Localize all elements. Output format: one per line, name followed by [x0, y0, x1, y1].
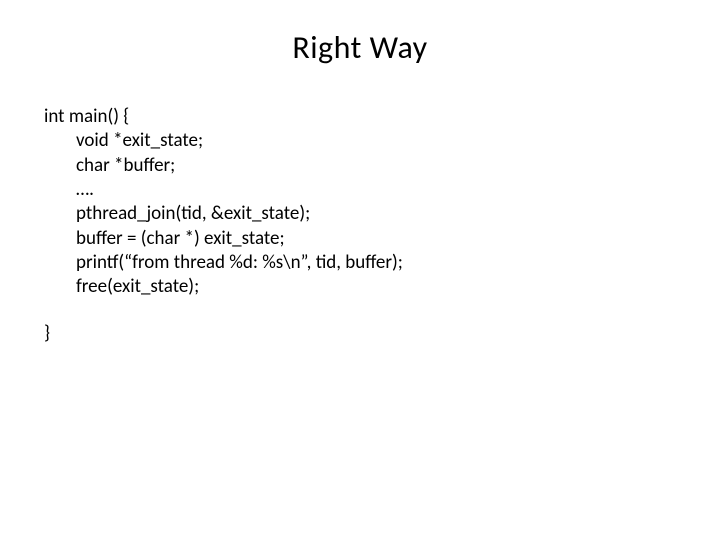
code-block: int main() { void *exit_state; char *buf…: [0, 105, 720, 346]
slide: Right Way int main() { void *exit_state;…: [0, 28, 720, 540]
slide-title: Right Way: [0, 28, 720, 67]
code-line: pthread_join(tid, &exit_state);: [44, 202, 680, 226]
code-line: int main() {: [44, 105, 680, 129]
code-line: buffer = (char *) exit_state;: [44, 227, 680, 251]
code-line: ….: [44, 178, 680, 202]
code-line: void *exit_state;: [44, 129, 680, 153]
code-line: free(exit_state);: [44, 275, 680, 299]
code-line: char *buffer;: [44, 154, 680, 178]
code-line: }: [44, 322, 680, 346]
code-line: printf(“from thread %d: %s\n”, tid, buff…: [44, 251, 680, 275]
